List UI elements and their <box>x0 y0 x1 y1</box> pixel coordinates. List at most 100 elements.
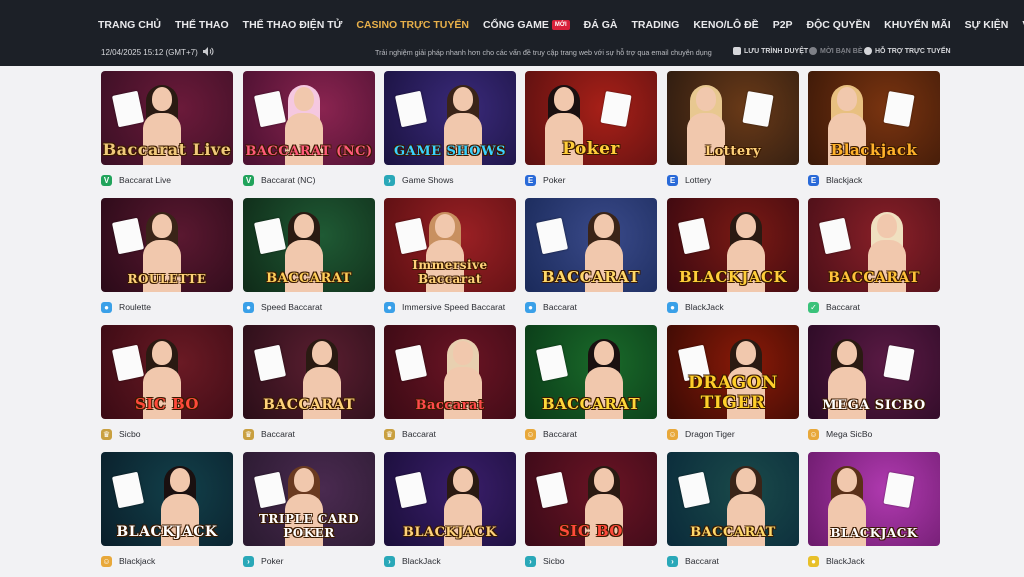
announcement-marquee[interactable]: Trải nghiệm giải pháp nhanh hơn cho các … <box>375 48 725 57</box>
card-art-title: BACCARAT <box>690 525 776 540</box>
game-card-image[interactable]: TRIPLE CARD POKER <box>243 452 375 546</box>
card-art-title: BLACKJACK <box>402 525 498 540</box>
nav-item-9[interactable]: ĐỘC QUYỀN <box>807 19 871 31</box>
game-card-image[interactable]: BACCARAT <box>667 452 799 546</box>
card-art-title: Poker <box>562 139 620 159</box>
face-provider-icon: ☺ <box>525 428 536 440</box>
game-card-image[interactable]: BLACKJACK <box>808 452 940 546</box>
game-card-label[interactable]: E Lottery <box>667 173 799 187</box>
game-name: Baccarat <box>543 302 577 312</box>
game-card-label[interactable]: › Baccarat <box>667 554 799 568</box>
game-card-label[interactable]: V Baccarat (NC) <box>243 173 375 187</box>
drop-provider-icon: ● <box>101 301 112 313</box>
nav-item-4[interactable]: CỔNG GAME MỚI <box>483 19 570 31</box>
game-card-image[interactable]: BLACKJACK <box>101 452 233 546</box>
game-card-image[interactable]: BACCARAT <box>808 198 940 292</box>
game-card-label[interactable]: › Poker <box>243 554 375 568</box>
game-card-image[interactable]: DRAGON TIGER <box>667 325 799 419</box>
card-art-title: GAME SHOWS <box>394 144 506 159</box>
game-card-image[interactable]: Blackjack <box>808 71 940 165</box>
game-card-image[interactable]: Baccarat Live <box>101 71 233 165</box>
nav-item-label: CỔNG GAME <box>482 19 549 31</box>
game-name: Roulette <box>119 302 152 312</box>
game-card-label[interactable]: ● Immersive Speed Baccarat <box>384 300 516 314</box>
game-card-label[interactable]: ♛ Baccarat <box>384 427 516 441</box>
game-card-label[interactable]: ♛ Sicbo <box>101 427 233 441</box>
e-provider-icon: E <box>667 174 678 186</box>
nav-item-6[interactable]: TRADING <box>632 19 680 31</box>
crown-provider-icon: ♛ <box>243 428 254 440</box>
playing-card-icon <box>883 90 915 128</box>
playing-card-icon <box>883 471 915 509</box>
game-card-image[interactable]: BACCARAT <box>525 198 657 292</box>
coin-provider-icon: ● <box>808 555 819 567</box>
nav-item-1[interactable]: THỂ THAO <box>175 19 229 31</box>
game-card-image[interactable]: SIC BO <box>525 452 657 546</box>
game-card-label[interactable]: ● BlackJack <box>667 300 799 314</box>
nav-item-5[interactable]: ĐÁ GÀ <box>584 19 618 31</box>
game-card-label[interactable]: ♛ Baccarat <box>243 427 375 441</box>
game-card-image[interactable]: GAME SHOWS <box>384 71 516 165</box>
game-card-label[interactable]: ☺ Blackjack <box>101 554 233 568</box>
game-card-label[interactable]: ● Baccarat <box>525 300 657 314</box>
top-navigation-bar: TRANG CHỦ THỂ THAO THỂ THAO ĐIỆN TỬ CASINO … <box>0 0 1024 66</box>
game-card-label[interactable]: › Game Shows <box>384 173 516 187</box>
card-art-title: BACCARAT <box>541 268 641 286</box>
game-card-image[interactable]: BLACKJACK <box>384 452 516 546</box>
game-card-image[interactable]: Lottery <box>667 71 799 165</box>
nav-item-0[interactable]: TRANG CHỦ <box>98 19 161 31</box>
game-card-label[interactable]: ● BlackJack <box>808 554 940 568</box>
game-card-image[interactable]: MEGA SICBO <box>808 325 940 419</box>
card-art-title: DRAGON TIGER <box>688 373 778 413</box>
card-art-title: BLACKJACK <box>116 524 218 540</box>
game-card-image[interactable]: BACCARAT <box>243 325 375 419</box>
game-card-image[interactable]: Baccarat <box>384 325 516 419</box>
game-card-label[interactable]: › BlackJack <box>384 554 516 568</box>
card-art-title: BACCARAT <box>541 395 641 413</box>
game-card-label[interactable]: E Poker <box>525 173 657 187</box>
game-name: Game Shows <box>402 175 454 185</box>
drop-provider-icon: ● <box>384 301 395 313</box>
nav-item-label: SỰ KIỆN <box>964 19 1009 31</box>
game-card-image[interactable]: SIC BO <box>101 325 233 419</box>
game-name: BlackJack <box>685 302 724 312</box>
arrow-provider-icon: › <box>384 555 395 567</box>
game-card-image[interactable]: BACCARAT <box>525 325 657 419</box>
game-card-label[interactable]: ☺ Baccarat <box>525 427 657 441</box>
invite-label: MỜI BẠN BÈ <box>820 47 863 55</box>
bookmark-button[interactable]: LƯU TRÌNH DUYỆT <box>733 47 808 55</box>
face-provider-icon: ☺ <box>808 428 819 440</box>
nav-item-3[interactable]: CASINO TRỰC TUYẾN <box>356 19 469 31</box>
game-card-label[interactable]: ☺ Dragon Tiger <box>667 427 799 441</box>
game-card-label[interactable]: ● Speed Baccarat <box>243 300 375 314</box>
game-card-label[interactable]: › Sicbo <box>525 554 657 568</box>
invite-friends-button[interactable]: MỜI BẠN BÈ <box>809 47 863 55</box>
game-card-image[interactable]: BACCARAT <box>243 198 375 292</box>
arrow-provider-icon: › <box>667 555 678 567</box>
game-card-image[interactable]: ROULETTE <box>101 198 233 292</box>
card-art-title: BLACKJACK <box>678 268 788 286</box>
game-card-label[interactable]: ✓ Baccarat <box>808 300 940 314</box>
nav-item-label: THỂ THAO ĐIỆN TỬ <box>242 19 343 31</box>
nav-item-11[interactable]: SỰ KIỆN <box>965 19 1009 31</box>
game-card-image[interactable]: BLACKJACK <box>667 198 799 292</box>
game-card-image[interactable]: BACCARAT (NC) <box>243 71 375 165</box>
nav-item-10[interactable]: KHUYẾN MÃI <box>884 19 951 31</box>
user-plus-icon <box>809 47 817 55</box>
nav-item-8[interactable]: P2P <box>773 19 793 31</box>
game-card-label[interactable]: E Blackjack <box>808 173 940 187</box>
game-card-label[interactable]: V Baccarat Live <box>101 173 233 187</box>
game-name: Baccarat <box>685 556 719 566</box>
game-card-label[interactable]: ● Roulette <box>101 300 233 314</box>
card-art-title: Baccarat <box>415 398 485 413</box>
playing-card-icon <box>742 90 774 128</box>
nav-item-2[interactable]: THỂ THAO ĐIỆN TỬ <box>243 19 343 31</box>
bookmark-label: LƯU TRÌNH DUYỆT <box>744 47 809 55</box>
game-card-image[interactable]: Immersive Baccarat <box>384 198 516 292</box>
game-name: Dragon Tiger <box>685 429 735 439</box>
live-support-button[interactable]: HỖ TRỢ TRỰC TUYẾN <box>864 47 951 55</box>
game-card-image[interactable]: Poker <box>525 71 657 165</box>
nav-item-7[interactable]: KENO/LÔ ĐỀ <box>693 19 758 31</box>
card-art-title: Immersive Baccarat <box>412 258 488 286</box>
game-card-label[interactable]: ☺ Mega SicBo <box>808 427 940 441</box>
